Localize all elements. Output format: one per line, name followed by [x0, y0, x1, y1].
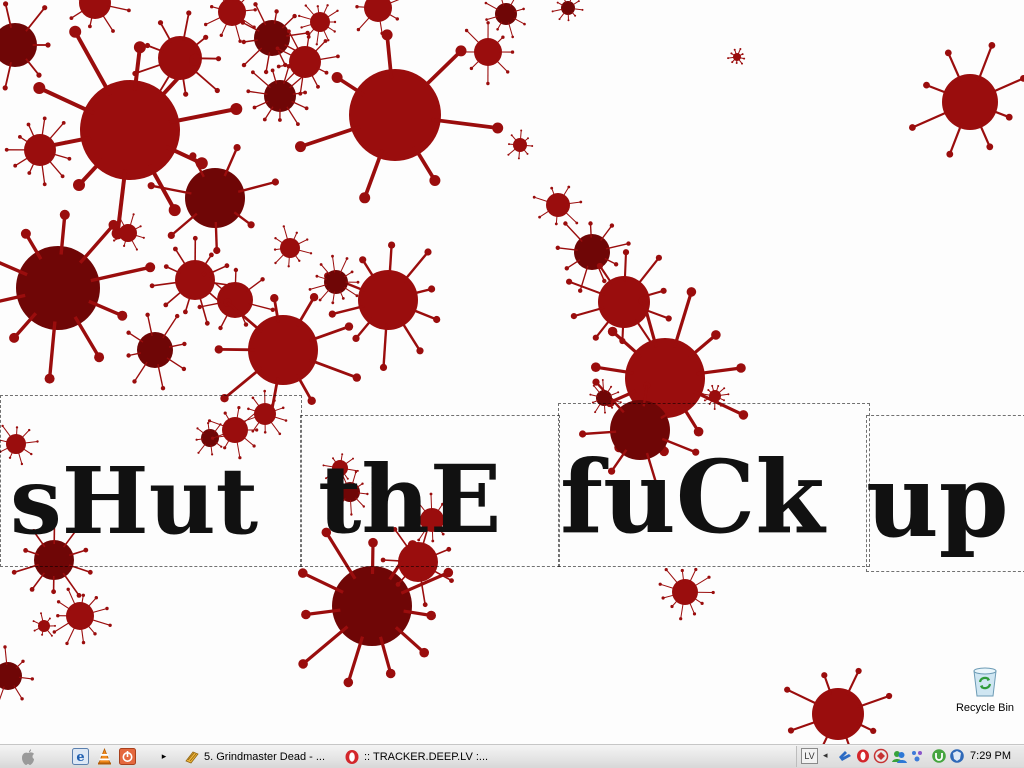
taskbar-task-opera[interactable]: :: TRACKER.DEEP.LV :...: [340, 747, 498, 766]
wallpaper-word-2-text: thE: [318, 445, 502, 555]
chevron-right-icon: ▸: [161, 751, 167, 761]
quick-launch-overflow-button[interactable]: ▸: [158, 747, 170, 766]
wallpaper-text: sHut thE fuCk up: [0, 395, 1024, 572]
clock[interactable]: 7:29 PM: [970, 750, 1011, 762]
blood-splatter: [32, 612, 56, 637]
blood-splatter: [551, 0, 584, 22]
blood-splatter: [0, 645, 34, 701]
blood-splatter: [727, 48, 746, 65]
blood-splatter: [4, 116, 72, 187]
ie-icon[interactable]: e: [72, 748, 89, 765]
wallpaper-word-4: up: [866, 395, 1016, 570]
language-indicator[interactable]: LV: [801, 748, 818, 764]
recycle-bin[interactable]: Recycle Bin: [948, 664, 1022, 722]
wallpaper-word-3: fuCk: [560, 395, 825, 570]
blood-splatter: [295, 29, 504, 204]
system-tray: LV ◂ 7:29 PM: [796, 746, 1024, 767]
messenger-icon[interactable]: [891, 748, 907, 764]
blood-splatter: [273, 225, 313, 268]
opera-icon: [345, 749, 359, 764]
blood-splatter: [532, 185, 583, 226]
blood-splatter: [507, 129, 534, 160]
blood-splatter: [784, 667, 893, 744]
wallpaper-word-4-text: up: [866, 442, 1009, 560]
wallpaper-word-1: sHut: [10, 395, 290, 570]
wallpaper-word-1-text: sHut: [10, 447, 259, 555]
wallpaper-word-2: thE: [318, 395, 518, 570]
blood-splatter: [459, 21, 515, 86]
start-button[interactable]: [20, 747, 40, 766]
network-icon[interactable]: [837, 748, 853, 764]
recycle-bin-label: Recycle Bin: [955, 702, 1015, 714]
blood-splatter: [355, 0, 400, 35]
shield-icon[interactable]: [949, 748, 965, 764]
power-icon[interactable]: [119, 748, 136, 765]
taskbar-task-label: 5. Grindmaster Dead - ...: [204, 750, 326, 763]
blood-splatter: [204, 0, 257, 43]
recycle-bin-icon: [973, 667, 997, 697]
vlc-icon[interactable]: [96, 748, 113, 765]
blood-splatter: [298, 4, 339, 46]
apple-icon: [22, 748, 34, 765]
blood-splatter: [909, 42, 1024, 158]
antivirus-icon[interactable]: [873, 748, 889, 764]
blood-splatter: [324, 241, 441, 371]
blood-splatter: [0, 1, 51, 91]
wallpaper-word-3-text: fuCk: [560, 438, 825, 556]
language-label: LV: [804, 751, 815, 761]
blood-splatter: [126, 312, 187, 391]
blood-splatter: [658, 567, 715, 621]
desktop[interactable]: sHut thE fuCk up Recycle Bin: [0, 0, 1024, 744]
utorrent-icon[interactable]: [931, 748, 947, 764]
taskbar-task-label: :: TRACKER.DEEP.LV :...: [364, 750, 489, 763]
winamp-icon: [185, 751, 199, 763]
taskbar: e ▸ 5. Grindmaster Dead - ... :: TRACKER…: [0, 744, 1024, 768]
blood-splatter: [484, 0, 526, 39]
bluetooth-icon[interactable]: [909, 748, 925, 764]
tray-collapse-arrow-icon[interactable]: ◂: [823, 750, 828, 761]
taskbar-task-winamp[interactable]: 5. Grindmaster Dead - ...: [180, 747, 338, 766]
opera-tray-icon[interactable]: [855, 748, 871, 764]
blood-splatter-wallpaper: [0, 0, 1024, 744]
blood-splatter: [52, 587, 112, 646]
svg-text:e: e: [76, 750, 84, 765]
